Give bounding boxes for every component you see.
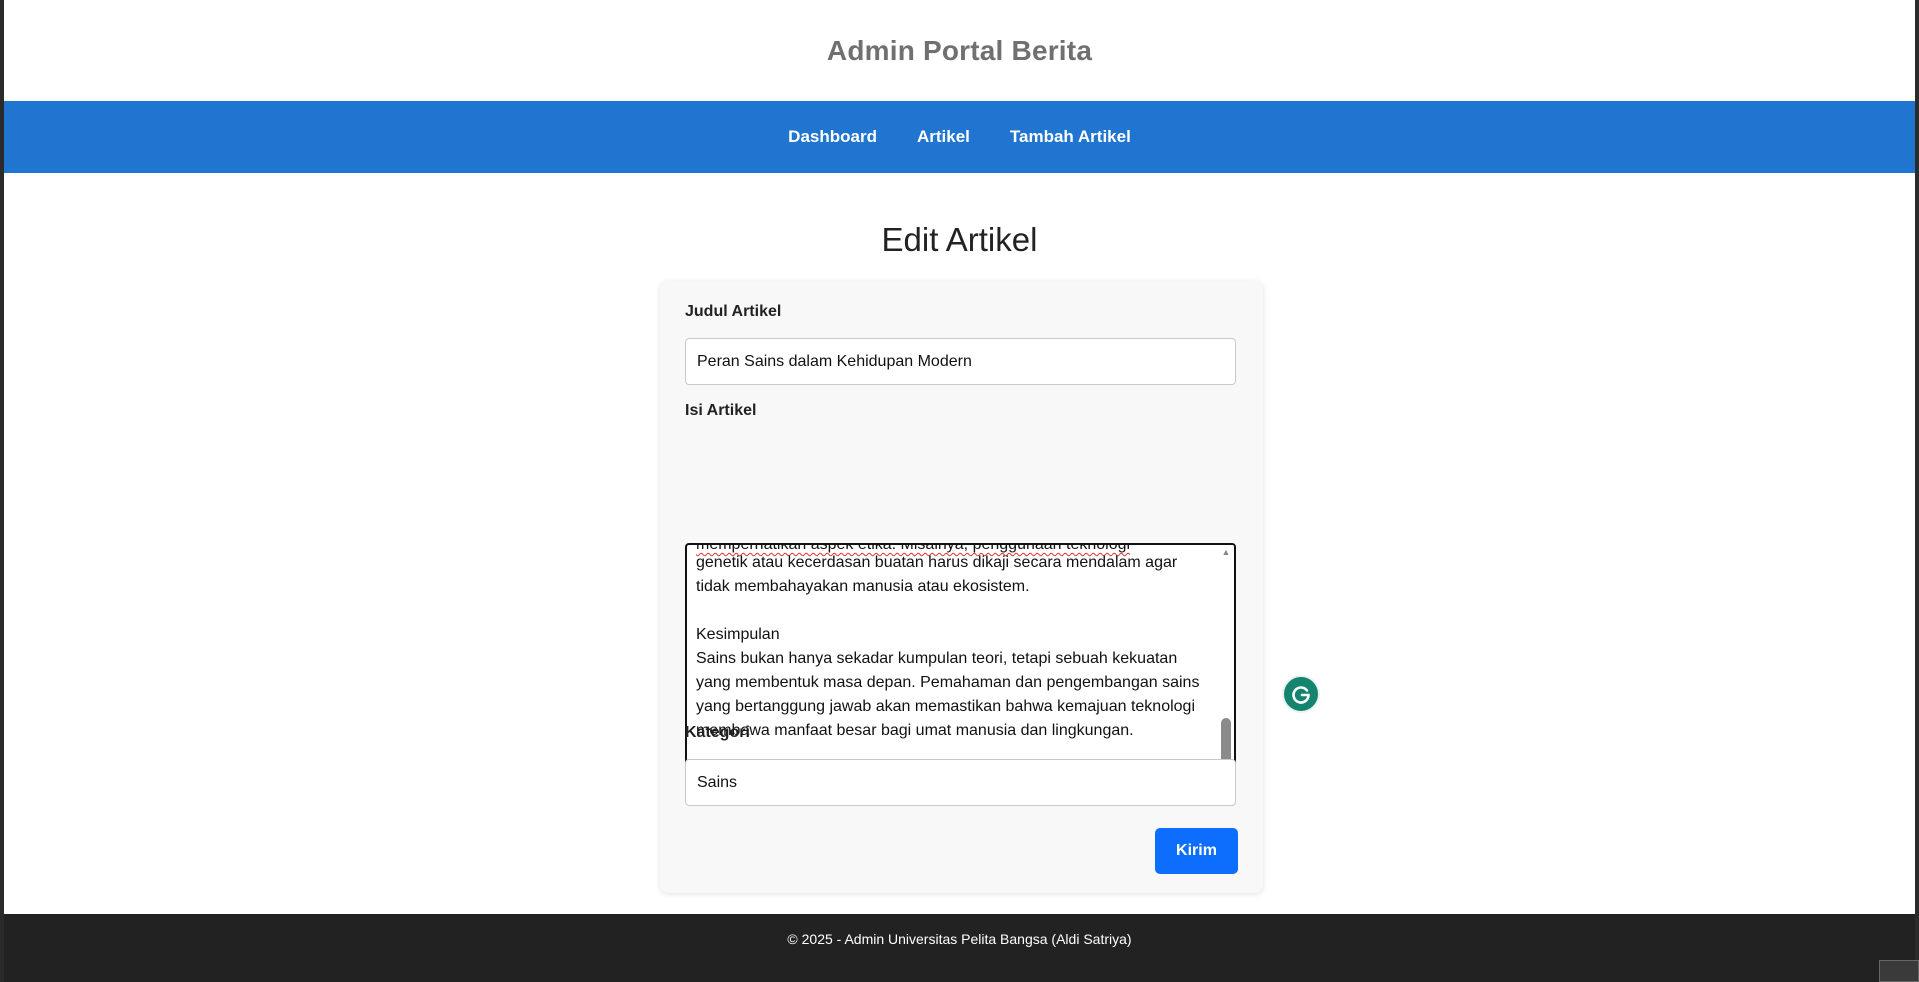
textarea-line: Kesimpulan [696,626,780,643]
textarea-text: genetik atau kecerdasan buatan harus dik… [696,551,1212,791]
nav-tambah-artikel[interactable]: Tambah Artikel [1010,127,1131,147]
content-label: Isi Artikel [685,402,757,419]
textarea-line: Sains bukan hanya sekadar kumpulan teori… [696,650,1178,667]
grammarly-icon[interactable] [1282,675,1320,713]
nav-artikel[interactable]: Artikel [917,127,970,147]
textarea-line [696,599,1212,623]
textarea-line: yang bertanggung jawab akan memastikan b… [696,698,1195,715]
footer: © 2025 - Admin Universitas Pelita Bangsa… [4,914,1915,982]
category-label: Kategori [685,724,750,741]
textarea-line: membawa manfaat besar bagi umat manusia … [696,722,1134,739]
nav-dashboard[interactable]: Dashboard [788,127,877,147]
page: Admin Portal Berita Dashboard Artikel Ta… [4,0,1915,982]
navbar: Dashboard Artikel Tambah Artikel [4,101,1915,173]
textarea-line: tidak membahayakan manusia atau ekosiste… [696,578,1030,595]
title-label: Judul Artikel [685,303,782,320]
submit-button[interactable]: Kirim [1155,828,1238,874]
footer-text: © 2025 - Admin Universitas Pelita Bangsa… [787,931,1132,947]
site-header: Admin Portal Berita [4,0,1915,101]
grammarly-g-icon [1292,686,1310,704]
page-heading: Edit Artikel [881,221,1038,258]
textarea-line: yang membentuk masa depan. Pemahaman dan… [696,674,1200,691]
site-title: Admin Portal Berita [826,34,1093,66]
title-input[interactable] [685,338,1236,385]
category-input[interactable] [685,759,1236,806]
main-content: Edit Artikel Judul Artikel Isi Artikel m… [4,173,1915,914]
scroll-up-arrow-icon[interactable]: ▲ [1221,547,1231,557]
edit-article-form: Judul Artikel Isi Artikel memperhatikan … [660,281,1263,893]
corner-widget[interactable] [1879,960,1919,982]
textarea-line: genetik atau kecerdasan buatan harus dik… [696,554,1178,571]
